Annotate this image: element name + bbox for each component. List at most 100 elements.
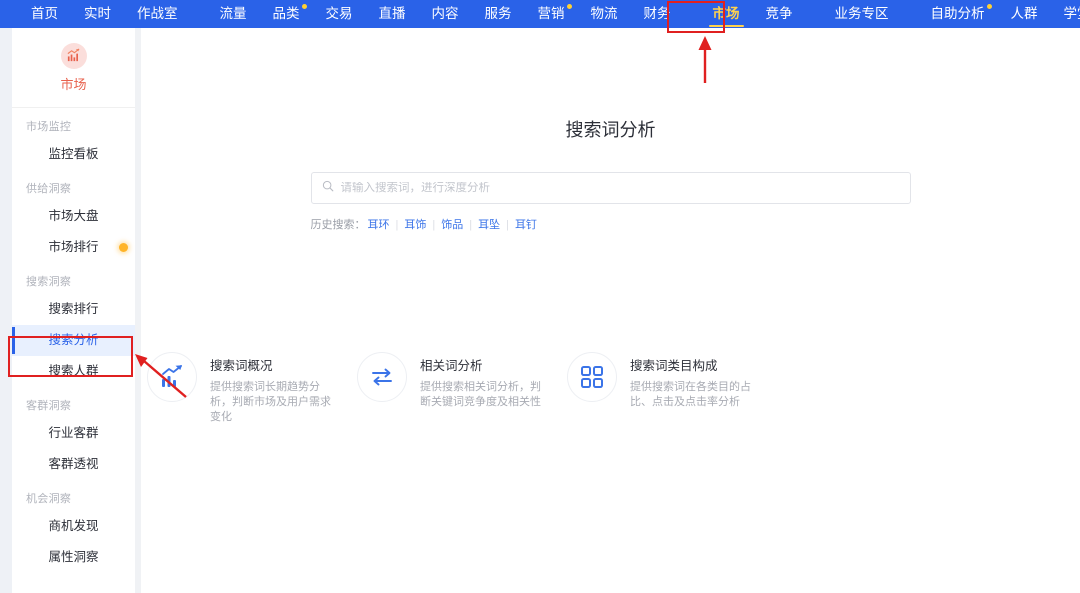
sidebar-item-selected[interactable]: 搜索分析 (12, 325, 135, 356)
nav-item-label: 市场 (712, 6, 740, 21)
sidebar-item[interactable]: 属性洞察 (12, 542, 135, 573)
history-tag[interactable]: 饰品 (441, 219, 463, 231)
sidebar-item[interactable]: 商机发现 (12, 511, 135, 542)
sidebar-group-label: 客群洞察 (26, 400, 72, 412)
nav-item-label: 学堂 (1063, 6, 1080, 21)
nav-item-label: 物流 (590, 6, 618, 21)
feature-card-description: 提供搜索词长期趋势分析，判断市场及用户需求变化 (210, 381, 331, 423)
history-tag-divider: | (469, 219, 473, 231)
sidebar-item[interactable]: 行业客群 (12, 418, 135, 449)
feature-card-text: 搜索词类目构成提供搜索词在各类目的占比、点击及点击率分析 (630, 352, 752, 410)
feature-card-text: 相关词分析提供搜索相关词分析，判断关键词竞争度及相关性 (420, 352, 542, 410)
nav-item-2[interactable]: 作战室 (124, 0, 191, 28)
history-tag[interactable]: 耳饰 (404, 219, 426, 231)
feature-card-title: 相关词分析 (420, 359, 483, 373)
nav-item-active-12[interactable]: 市场 (700, 0, 753, 28)
nav-item-13[interactable]: 竞争 (753, 0, 806, 28)
feature-card-description: 提供搜索相关词分析，判断关键词竞争度及相关性 (420, 381, 541, 408)
feature-card[interactable]: 搜索词类目构成提供搜索词在各类目的占比、点击及点击率分析 (567, 352, 777, 425)
nav-badge-dot (986, 4, 992, 9)
sidebar-group-label: 搜索洞察 (26, 276, 72, 288)
nav-item-label: 作战室 (137, 6, 178, 21)
sidebar-badge-dot (119, 243, 128, 252)
nav-item-1[interactable]: 实时 (71, 0, 124, 28)
history-tag-divider: | (506, 219, 509, 231)
feature-card[interactable]: 相关词分析提供搜索相关词分析，判断关键词竞争度及相关性 (357, 352, 567, 425)
top-navigation-bar: 首页 实时 作战室 流量 品类 交易 直播 内容 服务 营销 物流 财务 市场 竞争 业务专区 自助分析 人群 学… (0, 0, 1080, 28)
sidebar-item-label: 属性洞察 (48, 550, 99, 564)
history-tag[interactable]: 耳坠 (478, 219, 500, 231)
nav-item-7[interactable]: 内容 (419, 0, 472, 28)
nav-item-11[interactable]: 财务 (631, 0, 684, 28)
sidebar-item-label: 搜索排行 (48, 302, 99, 316)
page-title: 搜索词分析 (565, 120, 656, 140)
nav-item-16[interactable]: 人群 (998, 0, 1051, 28)
nav-item-label: 流量 (219, 6, 247, 21)
sidebar-navigation: 市场监控监控看板供给洞察市场大盘市场排行搜索洞察搜索排行搜索分析搜索人群客群洞察… (12, 108, 135, 573)
nav-item-label: 直播 (378, 6, 406, 21)
feature-card[interactable]: 搜索词概况提供搜索词长期趋势分析，判断市场及用户需求变化 (147, 352, 357, 425)
nav-item-15[interactable]: 自助分析 (918, 0, 998, 28)
sidebar-item[interactable]: 监控看板 (12, 139, 135, 170)
feature-card-text: 搜索词概况提供搜索词长期趋势分析，判断市场及用户需求变化 (210, 352, 332, 425)
feature-card-list: 搜索词概况提供搜索词长期趋势分析，判断市场及用户需求变化 相关词分析提供搜索相关词… (141, 352, 1080, 425)
nav-item-label: 营销 (537, 6, 565, 21)
history-tag[interactable]: 耳钉 (515, 219, 537, 231)
search-input[interactable] (340, 182, 900, 194)
sidebar-group-label: 机会洞察 (26, 493, 72, 505)
sidebar-item[interactable]: 搜索人群 (12, 356, 135, 387)
sidebar-item-label: 行业客群 (48, 426, 99, 440)
nav-item-label: 业务专区 (834, 6, 889, 21)
sidebar-item[interactable]: 搜索排行 (12, 294, 135, 325)
nav-item-label: 交易 (325, 6, 353, 21)
nav-item-label: 财务 (643, 6, 671, 21)
sidebar-item-label: 客群透视 (48, 457, 99, 471)
sidebar-item[interactable]: 市场大盘 (12, 201, 135, 232)
grid-squares-icon (567, 352, 617, 402)
nav-item-4[interactable]: 品类 (260, 0, 313, 28)
nav-item-14[interactable]: 业务专区 (822, 0, 902, 28)
history-search-label: 历史搜索： (310, 219, 366, 231)
nav-badge-dot (566, 4, 572, 9)
sidebar: 市场 市场监控监控看板供给洞察市场大盘市场排行搜索洞察搜索排行搜索分析搜索人群客… (12, 28, 135, 593)
nav-item-label: 服务 (484, 6, 512, 21)
sidebar-logo: 市场 (12, 28, 135, 108)
nav-item-10[interactable]: 物流 (578, 0, 631, 28)
nav-badge-dot (301, 4, 307, 9)
nav-item-label: 内容 (431, 6, 459, 21)
history-tag[interactable]: 耳环 (368, 219, 390, 231)
nav-item-label: 品类 (272, 6, 300, 21)
sidebar-group-label: 供给洞察 (26, 183, 72, 195)
search-box[interactable] (310, 172, 911, 204)
nav-item-6[interactable]: 直播 (366, 0, 419, 28)
left-edge-strip (0, 28, 12, 593)
history-search: 历史搜索： 耳环 | 耳饰 | 饰品 | 耳坠 | 耳钉 (311, 216, 911, 232)
feature-card-title: 搜索词类目构成 (630, 359, 718, 373)
nav-item-label: 竞争 (765, 6, 793, 21)
exchange-arrows-icon (357, 352, 407, 402)
sidebar-item-label: 商机发现 (48, 519, 99, 533)
nav-item-5[interactable]: 交易 (313, 0, 366, 28)
nav-item-3[interactable]: 流量 (207, 0, 260, 28)
sidebar-item[interactable]: 市场排行 (12, 232, 135, 263)
nav-item-17[interactable]: 学堂 (1051, 0, 1080, 28)
sidebar-item-label: 搜索分析 (48, 333, 99, 347)
bar-chart-trend-icon (147, 352, 197, 402)
search-icon (322, 179, 341, 197)
nav-item-label: 首页 (31, 6, 58, 21)
sidebar-group-label: 市场监控 (26, 121, 72, 133)
nav-item-label: 自助分析 (930, 6, 985, 21)
nav-item-0[interactable]: 首页 (18, 0, 71, 28)
sidebar-item[interactable]: 客群透视 (12, 449, 135, 480)
search-section: 历史搜索： 耳环 | 耳饰 | 饰品 | 耳坠 | 耳钉 (310, 172, 911, 232)
nav-item-label: 实时 (84, 6, 111, 21)
feature-card-title: 搜索词概况 (210, 359, 273, 373)
sidebar-item-label: 搜索人群 (48, 364, 99, 378)
sidebar-item-label: 市场排行 (48, 240, 99, 254)
feature-card-description: 提供搜索词在各类目的占比、点击及点击率分析 (630, 381, 751, 408)
nav-item-9[interactable]: 营销 (525, 0, 578, 28)
nav-item-label: 人群 (1010, 6, 1038, 21)
history-tag-divider: | (395, 219, 399, 231)
history-tag-list: 耳环 | 耳饰 | 饰品 | 耳坠 | 耳钉 (368, 216, 537, 232)
nav-item-8[interactable]: 服务 (472, 0, 525, 28)
